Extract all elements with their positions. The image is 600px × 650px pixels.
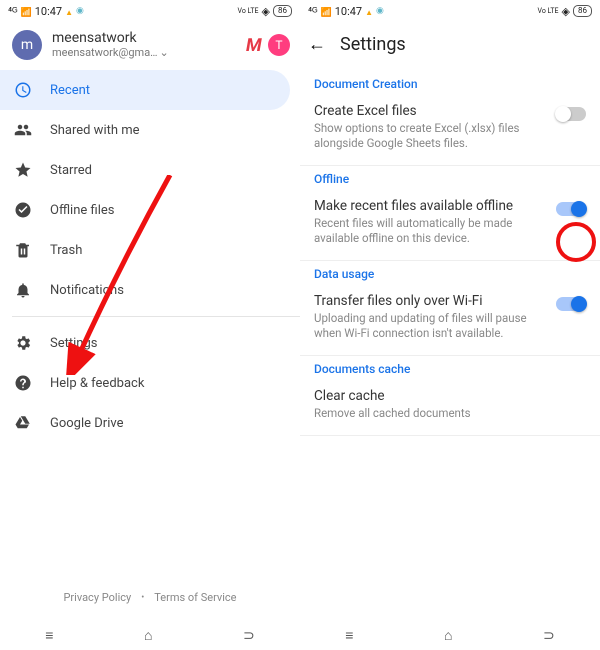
setting-create-excel[interactable]: Create Excel files Show options to creat… bbox=[300, 99, 600, 166]
back-arrow-icon[interactable]: ← bbox=[308, 34, 326, 55]
nav-recent[interactable]: Recent bbox=[0, 70, 290, 110]
setting-clear-cache[interactable]: Clear cache Remove all cached documents bbox=[300, 384, 600, 436]
nav-shared[interactable]: Shared with me bbox=[0, 110, 300, 150]
net-icon: ⁴ᴳ bbox=[308, 5, 318, 18]
drawer-panel: ⁴ᴳ 10:47 ◉ Vo LTE◈86 m meensatwork meensat… bbox=[0, 0, 300, 650]
separator-dot: • bbox=[141, 593, 144, 603]
nav-label: Offline files bbox=[50, 203, 114, 218]
menu-icon[interactable]: ≡ bbox=[45, 627, 53, 644]
nav-label: Settings bbox=[50, 336, 97, 351]
section-data-usage: Data usage bbox=[300, 261, 600, 289]
app-logo-icon: M bbox=[244, 35, 263, 56]
back-icon[interactable]: ⊂ bbox=[243, 628, 255, 644]
page-title: Settings bbox=[340, 34, 406, 55]
status-bar-left: ⁴ᴳ 10:47 ◉ Vo LTE◈86 bbox=[0, 0, 300, 22]
chevron-down-icon[interactable]: ⌄ bbox=[160, 46, 169, 59]
signal-icon bbox=[321, 5, 332, 18]
nav-starred[interactable]: Starred bbox=[0, 150, 300, 190]
status-time: 10:47 bbox=[35, 5, 62, 18]
drive-icon bbox=[14, 414, 34, 432]
system-nav-left: ≡ ⌂ ⊂ bbox=[0, 627, 300, 644]
toggle-offline-files[interactable] bbox=[556, 202, 586, 216]
home-icon[interactable]: ⌂ bbox=[144, 627, 152, 644]
settings-panel: ⁴ᴳ 10:47 ◉ Vo LTE◈86 ← Settings Document C… bbox=[300, 0, 600, 650]
account-email: meensatwork@gma… bbox=[52, 46, 158, 59]
wifi-icon: ◈ bbox=[562, 5, 570, 18]
bell-icon bbox=[14, 281, 34, 299]
nav-label: Google Drive bbox=[50, 416, 123, 431]
nav-drive[interactable]: Google Drive bbox=[0, 403, 300, 443]
home-icon[interactable]: ⌂ bbox=[444, 627, 452, 644]
setting-title: Clear cache bbox=[314, 388, 586, 404]
menu-icon[interactable]: ≡ bbox=[345, 627, 353, 644]
wifi-icon: ◈ bbox=[262, 5, 270, 18]
setting-title: Transfer files only over Wi-Fi bbox=[314, 293, 550, 309]
people-icon bbox=[14, 121, 34, 139]
nav-offline[interactable]: Offline files bbox=[0, 190, 300, 230]
status-indicator: ◉ bbox=[376, 6, 384, 16]
battery-icon: 86 bbox=[573, 5, 592, 17]
terms-link[interactable]: Terms of Service bbox=[154, 591, 236, 604]
status-time: 10:47 bbox=[335, 5, 362, 18]
status-indicator: ◉ bbox=[76, 6, 84, 16]
help-icon bbox=[14, 374, 34, 392]
clock-icon bbox=[14, 81, 34, 99]
secondary-account-badge[interactable]: T bbox=[268, 34, 290, 56]
battery-icon: 86 bbox=[273, 5, 292, 17]
signal-icon bbox=[21, 5, 32, 18]
net-icon: ⁴ᴳ bbox=[8, 5, 18, 18]
section-cache: Documents cache bbox=[300, 356, 600, 384]
lte-icon: Vo LTE bbox=[238, 8, 259, 15]
setting-subtitle: Show options to create Excel (.xlsx) fil… bbox=[314, 121, 550, 151]
setting-subtitle: Recent files will automatically be made … bbox=[314, 216, 550, 246]
nav-settings[interactable]: Settings bbox=[0, 323, 300, 363]
star-icon bbox=[14, 161, 34, 179]
nav-trash[interactable]: Trash bbox=[0, 230, 300, 270]
offline-icon bbox=[14, 201, 34, 219]
toggle-create-excel[interactable] bbox=[556, 107, 586, 121]
back-icon[interactable]: ⊂ bbox=[543, 628, 555, 644]
trash-icon bbox=[14, 241, 34, 259]
nav-label: Notifications bbox=[50, 283, 124, 298]
avatar: m bbox=[12, 30, 42, 60]
setting-wifi-only[interactable]: Transfer files only over Wi-Fi Uploading… bbox=[300, 289, 600, 356]
warn-icon bbox=[365, 5, 373, 18]
warn-icon bbox=[65, 5, 73, 18]
setting-offline-files[interactable]: Make recent files available offline Rece… bbox=[300, 194, 600, 261]
nav-label: Help & feedback bbox=[50, 376, 144, 391]
gear-icon bbox=[14, 334, 34, 352]
status-bar-right: ⁴ᴳ 10:47 ◉ Vo LTE◈86 bbox=[300, 0, 600, 22]
nav-notifications[interactable]: Notifications bbox=[0, 270, 300, 310]
setting-subtitle: Remove all cached documents bbox=[314, 406, 586, 421]
nav-label: Trash bbox=[50, 243, 82, 258]
privacy-link[interactable]: Privacy Policy bbox=[63, 591, 131, 604]
setting-title: Make recent files available offline bbox=[314, 198, 550, 214]
nav-label: Shared with me bbox=[50, 123, 140, 138]
divider bbox=[12, 316, 300, 317]
toggle-wifi-only[interactable] bbox=[556, 297, 586, 311]
section-document-creation: Document Creation bbox=[300, 71, 600, 99]
account-name: meensatwork bbox=[52, 31, 246, 46]
settings-header: ← Settings bbox=[300, 22, 600, 71]
footer-links: Privacy Policy • Terms of Service bbox=[0, 591, 300, 604]
account-header[interactable]: m meensatwork meensatwork@gma…⌄ M T bbox=[0, 22, 300, 70]
nav-label: Starred bbox=[50, 163, 92, 178]
section-offline: Offline bbox=[300, 166, 600, 194]
nav-label: Recent bbox=[50, 83, 90, 98]
setting-subtitle: Uploading and updating of files will pau… bbox=[314, 311, 550, 341]
lte-icon: Vo LTE bbox=[538, 8, 559, 15]
nav-help[interactable]: Help & feedback bbox=[0, 363, 300, 403]
setting-title: Create Excel files bbox=[314, 103, 550, 119]
system-nav-right: ≡ ⌂ ⊂ bbox=[300, 627, 600, 644]
